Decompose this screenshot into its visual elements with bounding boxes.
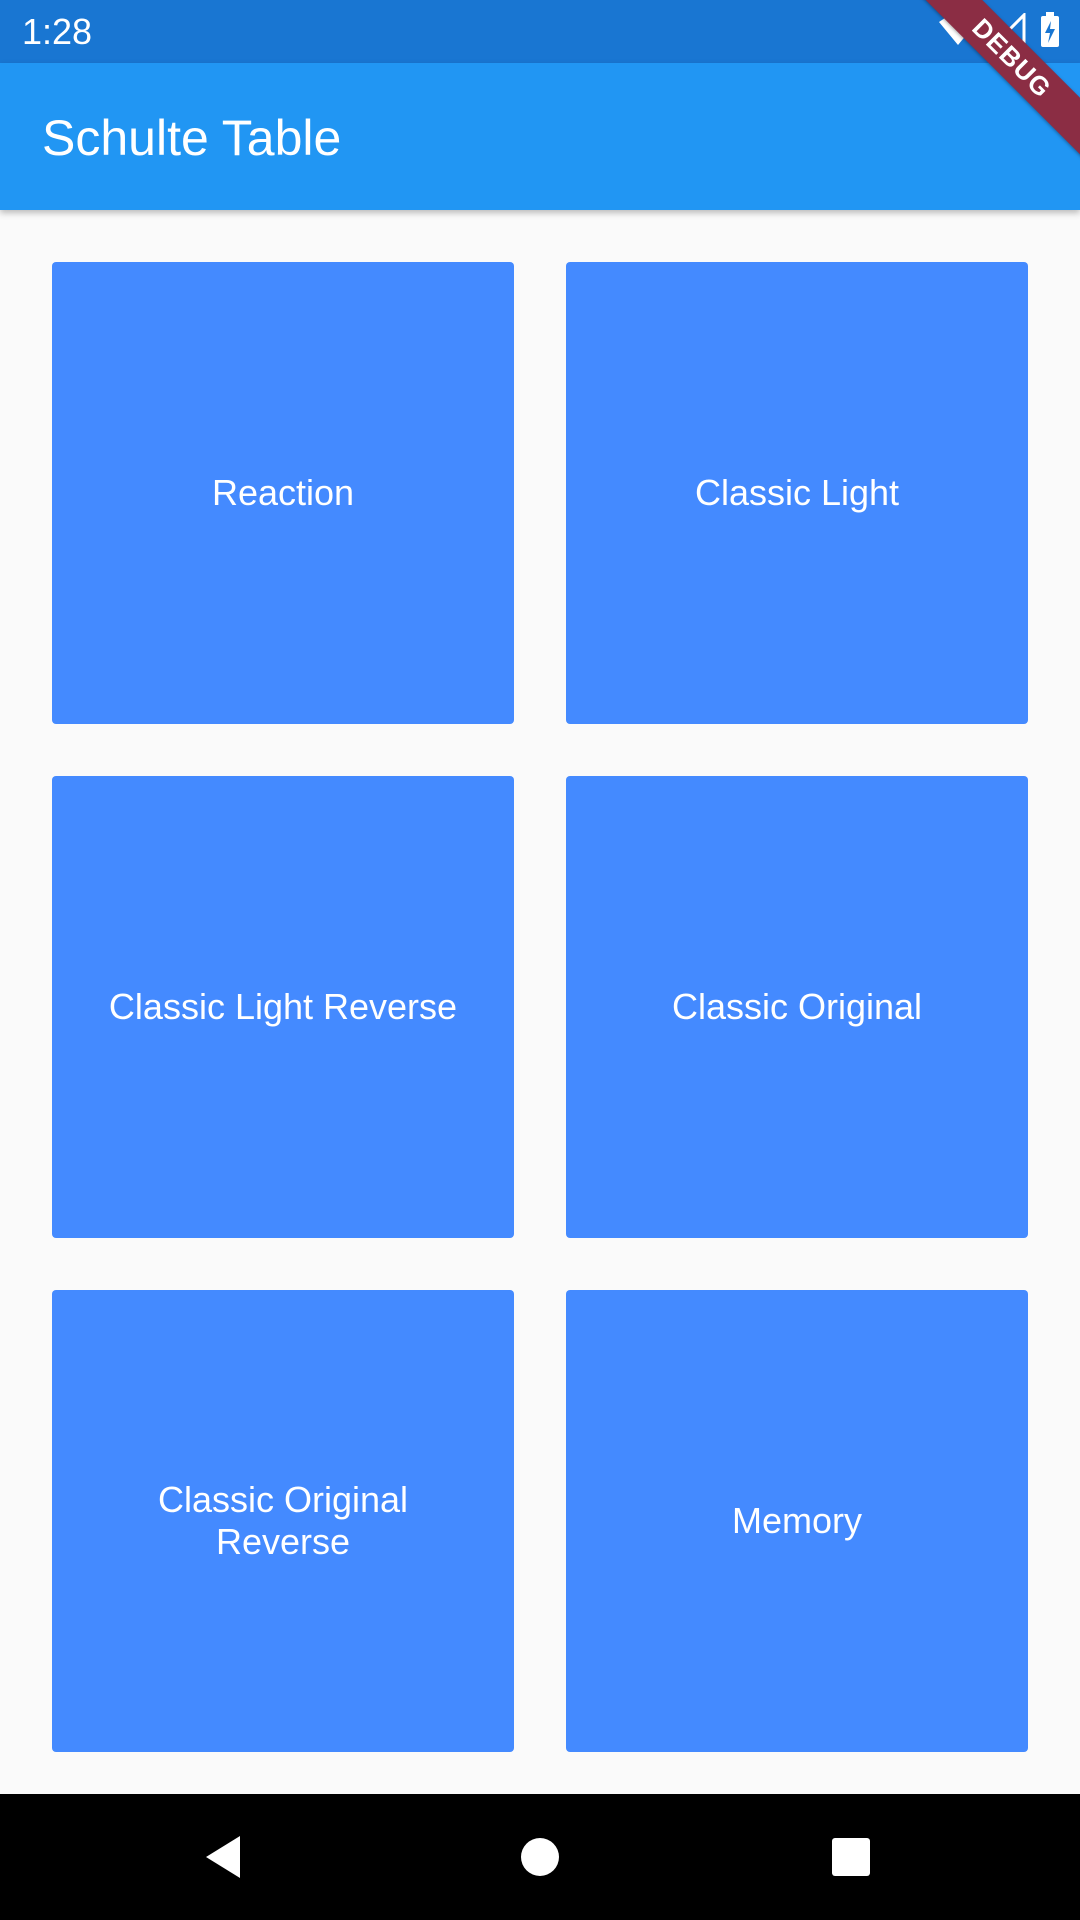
status-time: 1:28 [22,11,93,52]
tile-classic-light[interactable]: Classic Light [566,262,1028,724]
tile-classic-original[interactable]: Classic Original [566,776,1028,1238]
recents-icon[interactable] [818,1824,884,1890]
tile-classic-light-reverse[interactable]: Classic Light Reverse [52,776,514,1238]
battery-charging-icon [1040,11,1060,53]
app-title: Schulte Table [42,110,342,166]
status-bar: 1:28 [0,0,1080,63]
tile-classic-original-reverse[interactable]: Classic Original Reverse [52,1290,514,1752]
back-icon[interactable] [192,1824,258,1890]
tile-reaction[interactable]: Reaction [52,262,514,724]
mode-grid: Reaction Classic Light Classic Light Rev… [52,262,1028,1752]
tile-memory[interactable]: Memory [566,1290,1028,1752]
navigation-bar [0,1794,1080,1920]
home-icon[interactable] [507,1824,573,1890]
app-bar: Schulte Table [0,63,1080,210]
app-screen: 1:28 Schulte Table DEBUG Reaction Classi… [0,0,1080,1920]
